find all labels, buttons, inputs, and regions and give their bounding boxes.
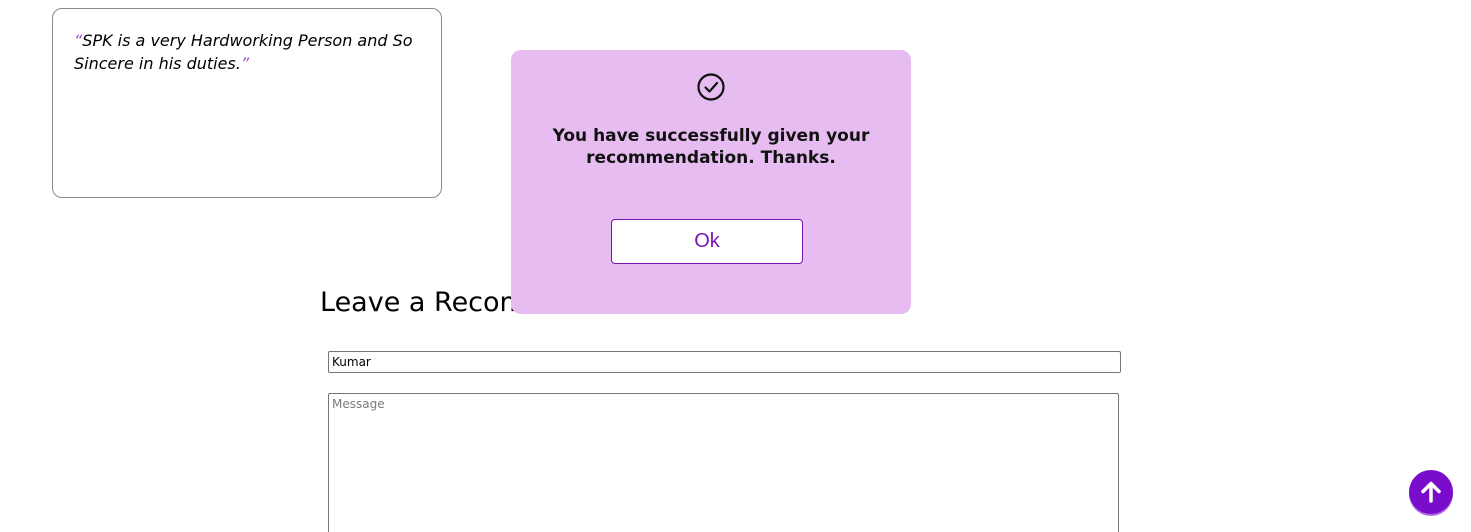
modal-message: You have successfully given your recomme… xyxy=(552,126,870,168)
scroll-to-top-button[interactable] xyxy=(1409,470,1453,514)
message-textarea[interactable] xyxy=(328,393,1119,532)
page: “SPK is a very Hardworking Person and So… xyxy=(0,0,1471,532)
check-circle-icon xyxy=(697,73,725,101)
testimonial-text: “SPK is a very Hardworking Person and So… xyxy=(74,29,421,75)
close-quote-mark: ” xyxy=(240,54,250,73)
name-input[interactable] xyxy=(328,351,1121,373)
arrow-up-icon xyxy=(1421,481,1441,503)
success-modal: You have successfully given your recomme… xyxy=(511,50,911,314)
testimonial-card: “SPK is a very Hardworking Person and So… xyxy=(52,8,442,198)
ok-button[interactable]: Ok xyxy=(611,219,803,264)
